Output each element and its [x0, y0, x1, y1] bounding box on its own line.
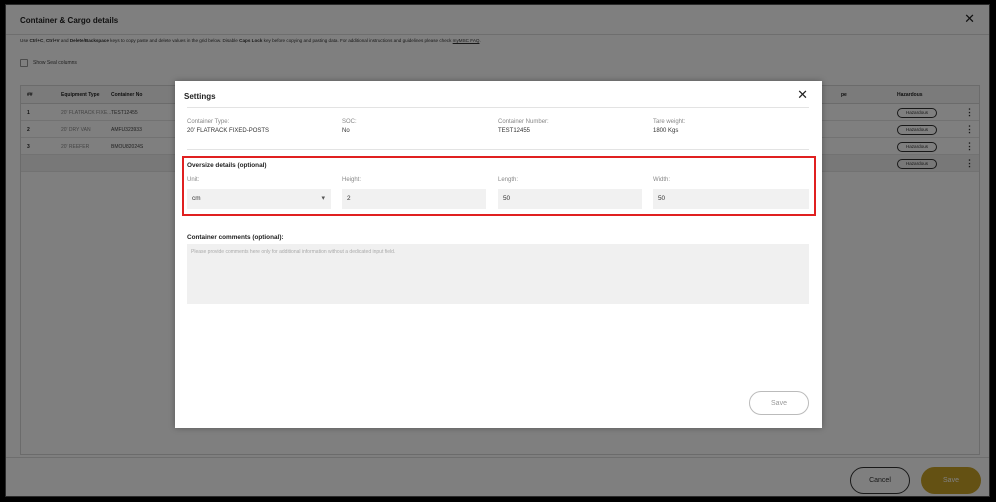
modal-header-divider: [187, 107, 809, 108]
container-type-value: 20' FLATRACK FIXED-POSTS: [187, 128, 270, 134]
tare-weight-value: 1800 Kgs: [653, 128, 679, 134]
length-value: 50: [503, 195, 511, 202]
height-value: 2: [347, 195, 351, 202]
settings-modal: Settings ✕ Container Type: 20' FLATRACK …: [175, 81, 822, 428]
unit-value: cm: [192, 195, 201, 202]
soc-value: No: [342, 128, 350, 134]
width-input[interactable]: 50: [653, 189, 809, 209]
comments-title: Container comments (optional):: [187, 234, 284, 241]
container-number-info: Container Number: TEST12455: [498, 119, 549, 134]
container-number-value: TEST12455: [498, 128, 531, 134]
comments-placeholder: Please provide comments here only for ad…: [191, 249, 396, 255]
width-label: Width:: [653, 177, 671, 183]
close-icon[interactable]: ✕: [797, 88, 808, 102]
chevron-down-icon: ▾: [321, 195, 325, 202]
info-divider: [187, 149, 809, 150]
width-value: 50: [658, 195, 666, 202]
modal-title: Settings: [184, 92, 216, 101]
height-input[interactable]: 2: [342, 189, 486, 209]
container-number-label: Container Number:: [498, 119, 549, 125]
container-type-label: Container Type:: [187, 119, 230, 125]
height-label: Height:: [342, 177, 362, 183]
comments-textarea[interactable]: Please provide comments here only for ad…: [187, 244, 809, 304]
container-type-info: Container Type: 20' FLATRACK FIXED-POSTS: [187, 119, 269, 134]
modal-save-button[interactable]: Save: [749, 391, 809, 415]
soc-label: SOC:: [342, 119, 357, 125]
length-label: Length:: [498, 177, 519, 183]
oversize-title: Oversize details (optional): [187, 162, 267, 169]
soc-info: SOC: No: [342, 119, 357, 134]
unit-select[interactable]: cm ▾: [187, 189, 331, 209]
tare-weight-label: Tare weight:: [653, 119, 686, 125]
unit-label: Unit:: [187, 177, 200, 183]
length-input[interactable]: 50: [498, 189, 642, 209]
tare-weight-info: Tare weight: 1800 Kgs: [653, 119, 685, 134]
